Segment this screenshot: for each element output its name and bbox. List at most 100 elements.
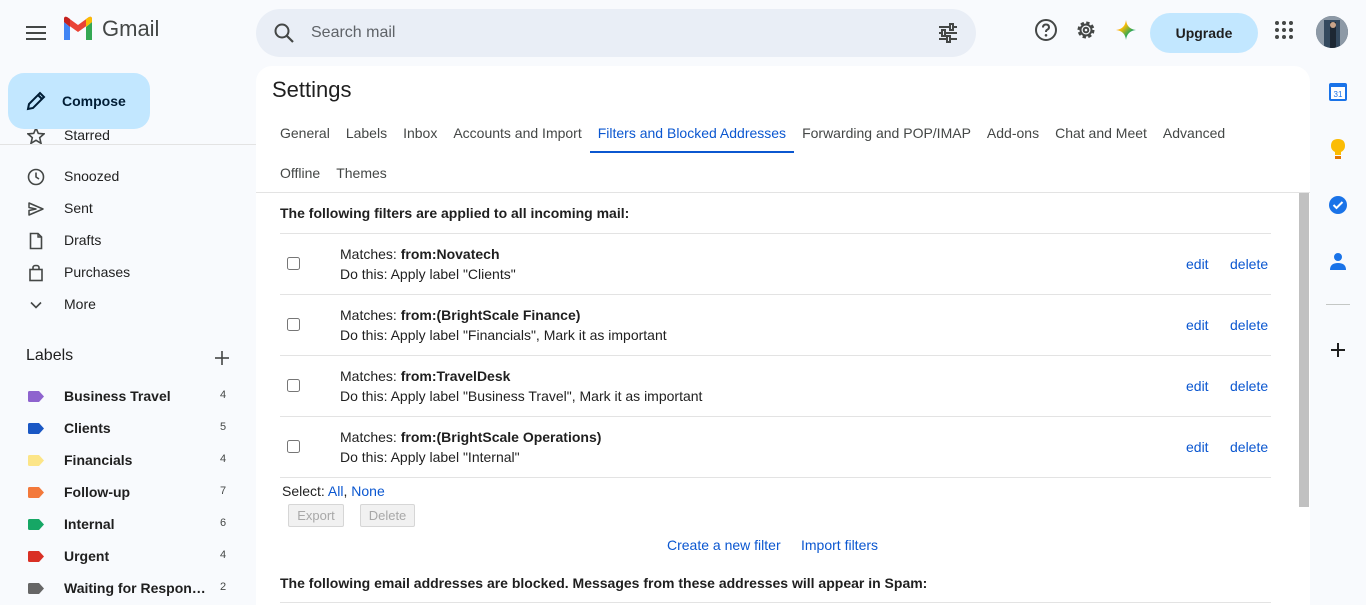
filters-heading: The following filters are applied to all…: [280, 205, 630, 221]
label-name: Urgent: [64, 548, 110, 564]
tab-inbox[interactable]: Inbox: [395, 113, 445, 153]
label-item-follow-up[interactable]: Follow-up 7: [0, 476, 256, 508]
plus-icon: [215, 351, 229, 365]
tab-accounts-and-import[interactable]: Accounts and Import: [445, 113, 589, 153]
hamburger-menu-icon: [26, 26, 46, 40]
filter-matches-value: from:Novatech: [400, 246, 500, 262]
filter-edit-link[interactable]: edit: [1186, 317, 1209, 333]
label-item-clients[interactable]: Clients 5: [0, 412, 256, 444]
keep-app-button[interactable]: [1326, 137, 1350, 161]
filter-action: Do this: Apply label "Internal": [340, 449, 520, 465]
filter-checkbox[interactable]: [287, 318, 300, 331]
tab-add-ons[interactable]: Add-ons: [979, 113, 1047, 153]
filter-matches-label: Matches:: [340, 368, 401, 384]
label-name: Business Travel: [64, 388, 171, 404]
filter-delete-link[interactable]: delete: [1230, 439, 1268, 455]
label-tag-icon: [28, 391, 44, 402]
filter-checkbox[interactable]: [287, 379, 300, 392]
label-name: Follow-up: [64, 484, 131, 500]
tab-labels[interactable]: Labels: [338, 113, 395, 153]
label-tag-icon: [28, 519, 44, 530]
label-tag-icon: [28, 583, 44, 594]
scrollbar-thumb[interactable]: [1299, 193, 1309, 507]
tab-general[interactable]: General: [272, 113, 338, 153]
nav-item-more[interactable]: More: [0, 288, 256, 320]
tab-themes[interactable]: Themes: [328, 153, 395, 193]
gmail-logo[interactable]: Gmail: [62, 16, 159, 42]
upgrade-button[interactable]: Upgrade: [1150, 13, 1258, 53]
filter-edit-link[interactable]: edit: [1186, 256, 1209, 272]
contacts-app-button[interactable]: [1326, 249, 1350, 273]
support-button[interactable]: [1033, 17, 1059, 43]
filter-matches-label: Matches:: [340, 429, 401, 445]
search-icon[interactable]: [272, 21, 296, 45]
account-avatar[interactable]: [1316, 16, 1348, 48]
label-item-business-travel[interactable]: Business Travel 4: [0, 380, 256, 412]
apps-button[interactable]: [1271, 17, 1297, 43]
compose-button[interactable]: Compose: [8, 73, 150, 129]
filter-action: Do this: Apply label "Financials", Mark …: [340, 327, 667, 343]
filter-delete-link[interactable]: delete: [1230, 256, 1268, 272]
calendar-app-button[interactable]: 31: [1326, 80, 1350, 104]
export-button[interactable]: Export: [288, 504, 344, 527]
label-count: 2: [220, 581, 227, 593]
filter-delete-link[interactable]: delete: [1230, 378, 1268, 394]
search-bar: [256, 9, 976, 57]
label-tag-icon: [28, 455, 44, 466]
app-name: Gmail: [102, 16, 160, 41]
tab-advanced[interactable]: Advanced: [1155, 113, 1233, 153]
send-icon: [26, 199, 46, 219]
clock-icon: [26, 167, 46, 187]
nav-item-sent[interactable]: Sent: [0, 192, 256, 224]
gmail-m-icon: [64, 16, 92, 40]
gemini-button[interactable]: [1113, 17, 1139, 43]
tab-chat-and-meet[interactable]: Chat and Meet: [1047, 113, 1155, 153]
nav-label: Snoozed: [64, 168, 120, 184]
settings-button[interactable]: [1073, 17, 1099, 43]
filter-edit-link[interactable]: edit: [1186, 378, 1209, 394]
filter-action: Do this: Apply label "Business Travel", …: [340, 388, 703, 404]
filter-matches-value: from:(BrightScale Finance): [400, 307, 581, 323]
filter-checkbox[interactable]: [287, 257, 300, 270]
tasks-app-button[interactable]: [1326, 193, 1350, 217]
label-item-urgent[interactable]: Urgent 4: [0, 540, 256, 572]
select-all-link[interactable]: All: [328, 483, 344, 499]
filter-row: Matches: from:Novatech Do this: Apply lab…: [280, 233, 1271, 294]
get-addons-button[interactable]: [1326, 338, 1350, 362]
nav-item-purchases[interactable]: Purchases: [0, 256, 256, 288]
label-count: 4: [220, 549, 227, 561]
plus-icon: [1331, 343, 1345, 357]
filter-checkbox[interactable]: [287, 440, 300, 453]
nav-item-drafts[interactable]: Drafts: [0, 224, 256, 256]
filter-edit-link[interactable]: edit: [1186, 439, 1209, 455]
nav-label: More: [64, 296, 96, 312]
page-title: Settings: [272, 77, 352, 102]
top-bar: Gmail Upgrade: [0, 0, 1366, 64]
create-filter-link[interactable]: Create a new filter: [667, 537, 781, 553]
tasks-check-icon: [1329, 196, 1347, 214]
calendar-day: 31: [1334, 90, 1343, 99]
filter-delete-link[interactable]: delete: [1230, 317, 1268, 333]
main-menu-button[interactable]: [20, 17, 52, 49]
nav-item-snoozed[interactable]: Snoozed: [0, 160, 256, 192]
label-tag-icon: [28, 423, 44, 434]
tab-forwarding-and-pop-imap[interactable]: Forwarding and POP/IMAP: [794, 113, 979, 153]
label-item-internal[interactable]: Internal 6: [0, 508, 256, 540]
nav-label: Starred: [64, 128, 110, 143]
create-label-button[interactable]: [212, 348, 232, 368]
tab-offline[interactable]: Offline: [272, 153, 328, 193]
label-count: 5: [220, 421, 227, 433]
label-item-financials[interactable]: Financials 4: [0, 444, 256, 476]
search-input[interactable]: [311, 9, 911, 57]
avatar-photo-icon: [1316, 16, 1348, 48]
search-options-icon[interactable]: [936, 21, 960, 45]
filter-criteria: Matches: from:Novatech: [340, 246, 500, 262]
tab-filters-and-blocked-addresses[interactable]: Filters and Blocked Addresses: [589, 113, 795, 153]
label-item-waiting-for-respon[interactable]: Waiting for Respon… 2: [0, 572, 256, 604]
delete-selected-button[interactable]: Delete: [360, 504, 415, 527]
import-filters-link[interactable]: Import filters: [801, 537, 878, 553]
nav-item-starred[interactable]: Starred: [0, 128, 256, 144]
nav-divider: [0, 144, 256, 145]
settings-panel: Settings General Labels Inbox Accounts and …: [256, 66, 1310, 605]
select-none-link[interactable]: None: [351, 483, 384, 499]
